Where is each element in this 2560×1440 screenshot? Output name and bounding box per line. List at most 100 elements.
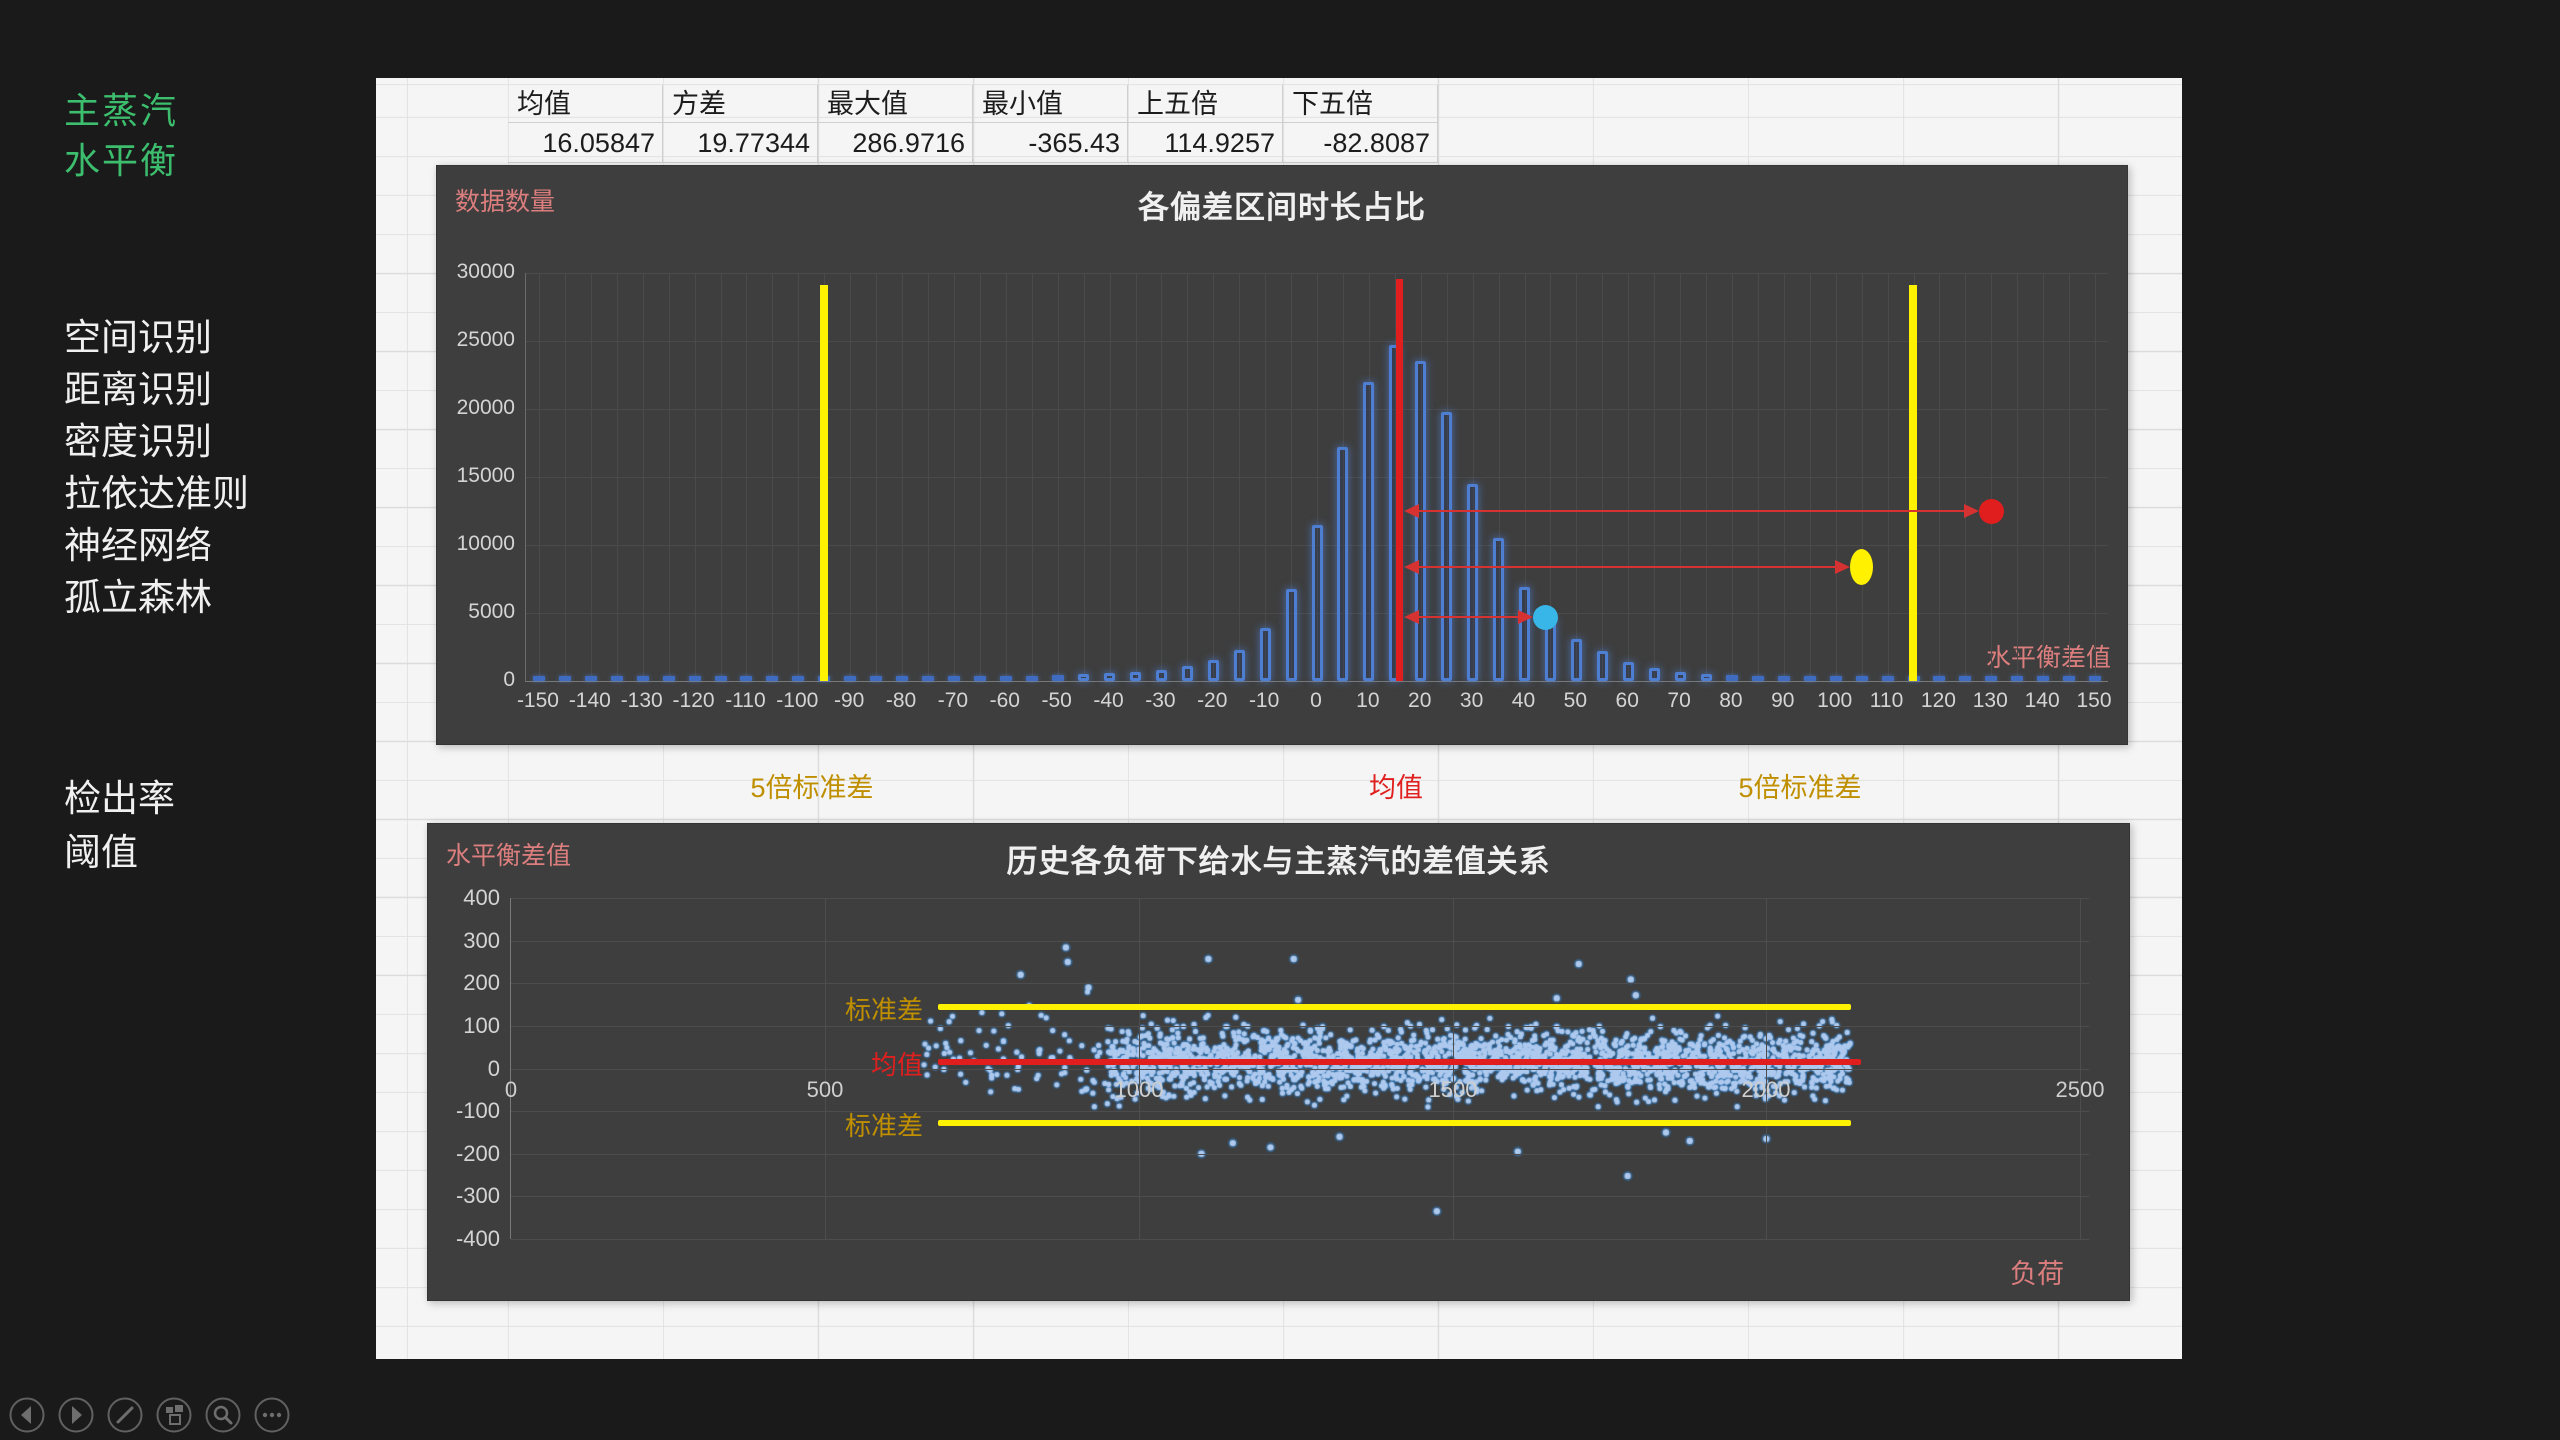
gridline-horizontal [511,898,2089,899]
next-slide-button[interactable] [57,1396,95,1434]
all-slides-button[interactable] [155,1396,193,1434]
gridline-horizontal [511,1154,2089,1155]
stats-table-value-cell: 19.77344 [663,123,818,163]
magnifier-icon [204,1396,242,1434]
gridline-horizontal [511,1069,2089,1070]
histogram-bar [559,676,571,681]
histogram-plot-area [525,273,2108,682]
presentation-slide: 主蒸汽 水平衡 空间识别距离识别密度识别拉依达准则神经网络孤立森林 检出率阈值 … [0,0,2560,1440]
histogram-bar [2089,676,2101,681]
histogram-bar [1337,447,1348,681]
histogram-bar [2011,676,2023,681]
zoom-button[interactable] [204,1396,242,1434]
histogram-bar [1701,674,1712,681]
gridline-horizontal [511,1026,2089,1027]
gridline-vertical [1766,898,1767,1239]
histogram-bar [1649,668,1660,681]
histogram-bar [1182,666,1193,681]
histogram-bar [1959,676,1971,681]
y-axis-tick-label: 400 [430,885,500,911]
red-marker [1979,499,2004,524]
arrowhead-right [1835,560,1850,574]
sigma-line-label: 标准差 [763,1106,923,1143]
histogram-bar [1363,382,1374,681]
slide-title-line: 水平衡 [64,136,178,186]
gridline-horizontal [511,1196,2089,1197]
histogram-title: 各偏差区间时长占比 [437,182,2127,227]
gridline-horizontal [526,341,2108,342]
slides-grid-icon [155,1396,193,1434]
y-axis-tick-label: 200 [430,970,500,996]
histogram-bar [1752,676,1764,681]
y-axis-tick-label: 20000 [441,396,515,420]
stats-table-header-cell: 最大值 [818,85,973,123]
previous-slide-button[interactable] [8,1396,46,1434]
histogram-bar [1441,412,1452,681]
stats-table-value-cell: 114.9257 [1128,123,1283,163]
histogram-bar [922,676,934,681]
metric-item: 阈值 [64,826,175,880]
histogram-bar [1778,676,1790,681]
stats-table-value-cell: -82.8087 [1283,123,1438,163]
arrowhead-right [1964,504,1979,518]
histogram-bar [663,676,675,681]
histogram-bar [1623,662,1634,681]
arrow-right-icon [57,1396,95,1434]
histogram-bar [1804,676,1816,681]
histogram-bar [1286,589,1297,682]
method-item: 空间识别 [64,312,249,364]
gridline-horizontal [511,1111,2089,1112]
metric-item: 检出率 [64,772,175,826]
gridline-vertical [1139,898,1140,1239]
x-axis-tick-label: 150 [2059,689,2129,713]
mean-line-label: 均值 [763,1045,923,1082]
histogram-bar [896,676,908,681]
histogram-bar [637,676,649,681]
method-item: 距离识别 [64,364,249,416]
more-options-button[interactable] [253,1396,291,1434]
histogram-bar [1000,676,1012,681]
y-axis-tick-label: 100 [430,1013,500,1039]
histogram-bar [870,676,882,681]
histogram-bar [792,676,804,681]
histogram-bar [1415,361,1426,681]
histogram-bar [1312,525,1323,681]
y-axis-tick-label: 0 [430,1056,500,1082]
histogram-bar [1260,628,1271,681]
gridline-vertical [1453,898,1454,1239]
slide-title: 主蒸汽 水平衡 [64,86,178,186]
gridline-horizontal [526,409,2108,410]
x-axis-tick-label: 1500 [1413,1077,1493,1103]
sigma-line-label: 标准差 [763,990,923,1027]
arrowhead-left [1404,560,1419,574]
five-sigma-vertical-line [1909,285,1917,681]
histogram-bar [1104,673,1115,681]
histogram-bar [1571,639,1582,681]
histogram-bar [766,676,778,681]
histogram-bar [1519,587,1530,681]
scatter-x-axis-title: 负荷 [2010,1252,2064,1291]
pen-tool-button[interactable] [106,1396,144,1434]
spreadsheet-area: 均值方差最大值最小值上五倍下五倍16.0584719.77344286.9716… [376,78,2182,1359]
histogram-bar [844,676,856,681]
histogram-bar [611,676,623,681]
method-item: 拉依达准则 [64,468,249,520]
x-axis-tick-label: 2500 [2040,1077,2120,1103]
method-list: 空间识别距离识别密度识别拉依达准则神经网络孤立森林 [64,312,249,624]
histogram-bar [2063,676,2075,681]
metric-list: 检出率阈值 [64,772,175,880]
method-item: 神经网络 [64,520,249,572]
histogram-bar [689,676,701,681]
sigma-horizontal-line [938,1004,1851,1010]
histogram-chart[interactable]: 数据数量 各偏差区间时长占比 水平衡差值 0500010000150002000… [436,165,2128,745]
x-axis-tick-label: 1000 [1099,1077,1179,1103]
histogram-bar [1078,674,1089,681]
y-axis-tick-label: -400 [430,1226,500,1252]
histogram-bar [1493,538,1504,681]
histogram-bar [1130,672,1141,681]
y-axis-tick-label: -100 [430,1098,500,1124]
stats-table-header-cell: 最小值 [973,85,1128,123]
y-axis-tick-label: -200 [430,1141,500,1167]
scatter-chart[interactable]: 水平衡差值 历史各负荷下给水与主蒸汽的差值关系 负荷 0500100015002… [427,823,2130,1301]
histogram-bar [715,676,727,681]
